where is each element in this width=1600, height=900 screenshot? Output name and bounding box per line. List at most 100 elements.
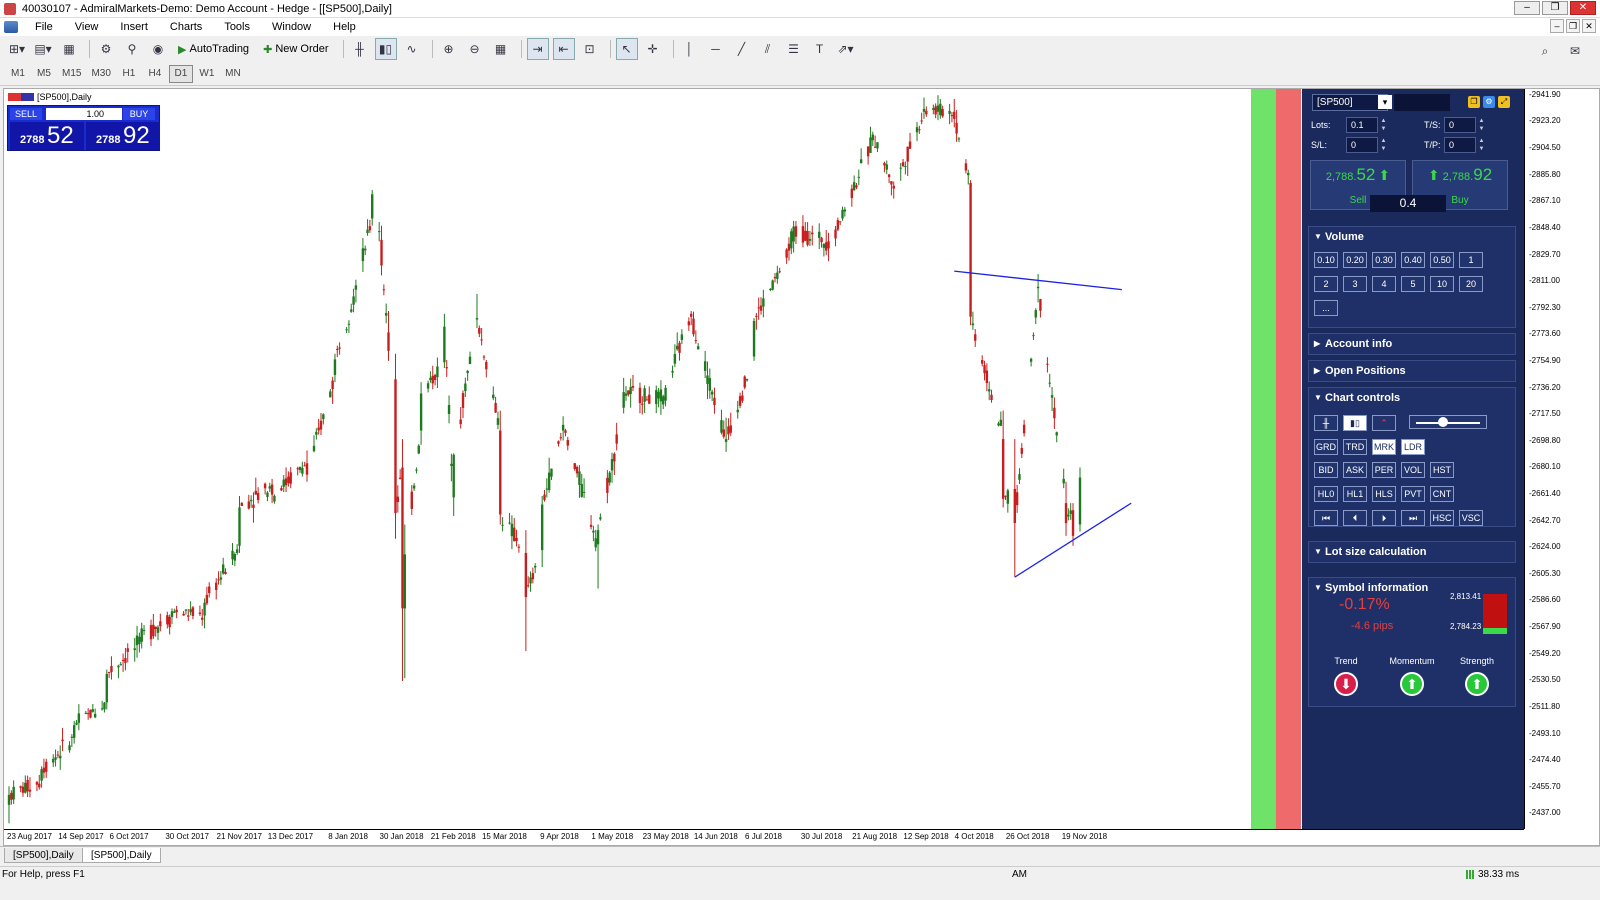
mdi-restore-button[interactable]: ❐ [1566,19,1580,33]
zoom-out-icon[interactable]: ⊖ [464,38,486,60]
line-chart-mode-icon[interactable]: ⌃ [1372,415,1396,431]
line-chart-icon[interactable]: ∿ [401,38,423,60]
ts-stepper[interactable]: ▲ ▼ [1478,117,1485,133]
chart-tab-active[interactable]: [SP500],Daily [82,848,161,863]
pivot-toggle-button[interactable]: PVT [1401,486,1425,502]
zoom-in-icon[interactable]: ⊕ [438,38,460,60]
tp-input[interactable]: 0 [1444,137,1476,153]
hls-toggle-button[interactable]: HLS [1372,486,1396,502]
fibonacci-icon[interactable]: ☰ [783,38,805,60]
horizontal-line-icon[interactable]: ─ [705,38,727,60]
bar-chart-mode-icon[interactable]: ╫ [1314,415,1338,431]
channel-icon[interactable]: ⫽ [757,38,779,60]
symbol-search-field[interactable] [1394,94,1450,111]
menu-insert[interactable]: Insert [109,21,159,33]
vertical-line-icon[interactable]: │ [679,38,701,60]
autoscroll-icon[interactable]: ⇥ [526,38,549,60]
volume-header[interactable]: ▼ Volume [1309,227,1515,247]
volume-button[interactable]: 0.10 [1314,252,1338,268]
hl1-toggle-button[interactable]: HL1 [1343,486,1367,502]
tp-stepper[interactable]: ▲ ▼ [1478,137,1485,153]
open-positions-section[interactable]: ▶ Open Positions [1308,360,1516,382]
volume-toggle-button[interactable]: VOL [1401,462,1425,478]
candlestick-icon[interactable]: ▮▯ [374,38,397,60]
timeframe-m15[interactable]: M15 [58,65,85,83]
lots-stepper[interactable]: ▲ ▼ [1380,117,1387,133]
zoom-slider[interactable] [1409,415,1487,429]
volume-more-button[interactable]: ... [1314,300,1338,316]
ts-input[interactable]: 0 [1444,117,1476,133]
open-positions-header[interactable]: ▶ Open Positions [1309,361,1515,381]
market-watch-icon[interactable]: ▦ [58,38,80,60]
volume-button[interactable]: 20 [1459,276,1483,292]
volume-button[interactable]: 4 [1372,276,1396,292]
timeframe-h4[interactable]: H4 [143,65,167,83]
timeframe-d1[interactable]: D1 [168,64,193,83]
sl-stepper[interactable]: ▲ ▼ [1380,137,1387,153]
timeframe-h1[interactable]: H1 [117,65,141,83]
timeframe-m5[interactable]: M5 [32,65,56,83]
history-toggle-button[interactable]: HST [1430,462,1454,478]
data-window-icon[interactable]: ⚙ [95,38,117,60]
candle-chart-mode-icon[interactable]: ▮▯ [1343,415,1367,431]
minimize-button[interactable]: – [1514,1,1540,15]
horizontal-scale-button[interactable]: HSC [1430,510,1454,526]
tile-windows-icon[interactable]: ▦ [490,38,512,60]
timeframe-m30[interactable]: M30 [87,65,114,83]
volume-button[interactable]: 0.20 [1343,252,1367,268]
profiles-icon[interactable]: ▤▾ [32,38,54,60]
one-click-buy-price[interactable]: 2788 92 [86,122,160,150]
menu-window[interactable]: Window [261,21,322,33]
chart-window[interactable]: [SP500],Daily SELL 1.00 BUY 2788 52 2788… [3,88,1600,846]
symbol-select[interactable]: [SP500] [1312,94,1388,111]
volume-button[interactable]: 2 [1314,276,1338,292]
ask-toggle-button[interactable]: ASK [1343,462,1367,478]
chart-controls-header[interactable]: ▼ Chart controls [1309,388,1515,408]
volume-button[interactable]: 3 [1343,276,1367,292]
timeframe-m1[interactable]: M1 [6,65,30,83]
copy-icon[interactable]: ❐ [1468,96,1480,108]
volume-button[interactable]: 0.40 [1401,252,1425,268]
market-toggle-button[interactable]: MRK [1372,439,1396,455]
timeframe-w1[interactable]: W1 [195,65,219,83]
signals-icon[interactable]: ◉ [147,38,169,60]
mdi-close-button[interactable]: ✕ [1582,19,1596,33]
trendline-icon[interactable]: ╱ [731,38,753,60]
volume-button[interactable]: 0.50 [1430,252,1454,268]
scroll-forward-icon[interactable]: ⏵ [1372,510,1396,526]
volume-button[interactable]: 0.30 [1372,252,1396,268]
restore-button[interactable]: ❐ [1542,1,1568,15]
chevron-down-icon[interactable]: ▾ [1378,95,1392,109]
one-click-buy-button[interactable]: BUY [123,108,155,120]
vertical-scale-button[interactable]: VSC [1459,510,1483,526]
autotrading-button[interactable]: ▶ AutoTrading [173,38,254,60]
account-info-header[interactable]: ▶ Account info [1309,334,1515,354]
chat-icon[interactable]: ✉ [1564,40,1586,62]
arrows-icon[interactable]: ⇗▾ [835,38,857,60]
cursor-icon[interactable]: ↖ [615,38,638,60]
mdi-minimize-button[interactable]: – [1550,19,1564,33]
one-click-lot-input[interactable]: 1.00 [46,108,122,120]
one-click-sell-price[interactable]: 2788 52 [10,122,84,150]
navigator-icon[interactable]: ⚲ [121,38,143,60]
scroll-end-icon[interactable]: ⏭ [1401,510,1425,526]
period-separators-toggle-button[interactable]: PER [1372,462,1396,478]
crosshair-icon[interactable]: ✛ [642,38,664,60]
scroll-back-icon[interactable]: ⏴ [1343,510,1367,526]
chart-tab[interactable]: [SP500],Daily [4,848,83,863]
menu-charts[interactable]: Charts [159,21,213,33]
scroll-start-icon[interactable]: ⏮ [1314,510,1338,526]
indicators-icon[interactable]: ⊡ [579,38,601,60]
lots-input[interactable]: 0.1 [1346,117,1378,133]
menu-help[interactable]: Help [322,21,367,33]
chart-window-icon[interactable] [4,21,18,33]
hl0-toggle-button[interactable]: HL0 [1314,486,1338,502]
search-icon[interactable]: ⌕ [1534,40,1556,62]
text-icon[interactable]: T [809,38,831,60]
lot-size-header[interactable]: ▼ Lot size calculation [1309,542,1515,562]
account-info-section[interactable]: ▶ Account info [1308,333,1516,355]
menu-tools[interactable]: Tools [213,21,261,33]
one-click-sell-button[interactable]: SELL [10,108,42,120]
close-button[interactable]: ✕ [1570,1,1596,15]
countdown-toggle-button[interactable]: CNT [1430,486,1454,502]
